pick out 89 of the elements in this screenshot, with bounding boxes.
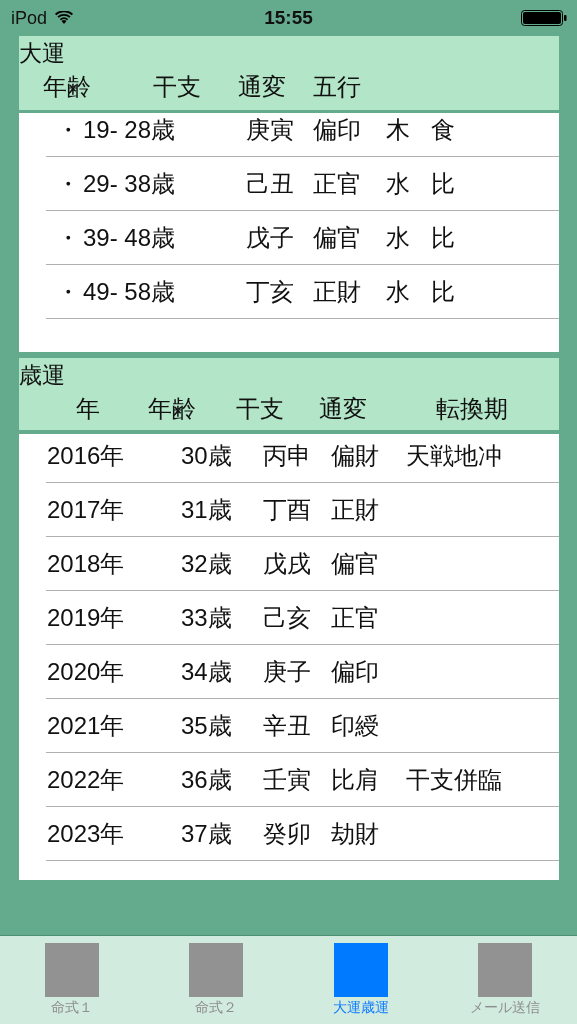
column-header: 年齢 (43, 72, 92, 102)
table-cell-text: 丁酉 (263, 494, 312, 525)
table-cell-text: 36歳 (181, 764, 233, 795)
table-cell-text: 19- 28歳 (83, 114, 177, 145)
list-row[interactable]: 2018年 32歳 戊戌 偏官 (46, 537, 559, 591)
table-cell-text: 天戦地冲 (406, 440, 502, 471)
list-row[interactable]: 2016年 30歳 丙申 偏財 天戦地冲 (46, 434, 559, 483)
list-row[interactable]: 2017年 31歳 丁酉 正財 (46, 483, 559, 537)
table-cell-text: 木 (386, 114, 411, 145)
table-cell-text: 戊戌 (263, 548, 312, 579)
table-cell-text: 戊子 (246, 222, 295, 253)
column-header: 年齢 (148, 394, 197, 424)
list-row[interactable]: ・19- 28歳 庚寅 偏印 木 食 (46, 113, 559, 157)
table-cell-text: 壬寅 (263, 764, 312, 795)
table-cell-text: 29- 38歳 (83, 168, 177, 199)
list-row[interactable]: 2021年 35歳 辛丑 印綬 (46, 699, 559, 753)
table-cell-text: 偏印 (331, 656, 380, 687)
table-cell-text: 2023年 (47, 818, 126, 849)
table-cell-text: 2017年 (47, 494, 126, 525)
table-cell-text: ・ (56, 222, 81, 253)
table-cell-text: ・ (56, 168, 81, 199)
column-header: 五行 (313, 72, 362, 102)
list-row[interactable]: 2019年 33歳 己亥 正官 (46, 591, 559, 645)
section-title: 歳運 (19, 361, 65, 390)
table-cell-text: 正財 (331, 494, 380, 525)
section-title: 大運 (19, 39, 65, 68)
table-cell-text: 49- 58歳 (83, 276, 177, 307)
table-cell-text: 39- 48歳 (83, 222, 177, 253)
table-cell-text: 水 (386, 276, 411, 307)
table-cell-text: 偏財 (331, 440, 380, 471)
column-header: 通変 (238, 72, 287, 102)
table-cell-text: 30歳 (181, 440, 233, 471)
table-cell-text: 偏官 (313, 222, 362, 253)
table-cell-text: ・ (56, 114, 81, 145)
table-cell-text: 比 (431, 276, 455, 307)
table-cell-text: 2020年 (47, 656, 126, 687)
table-cell-text: 33歳 (181, 602, 233, 633)
table-cell-text: 丁亥 (246, 276, 295, 307)
list-row[interactable]: 2022年 36歳 壬寅 比肩 干支併臨 (46, 753, 559, 807)
table-cell-text: 水 (386, 168, 411, 199)
table-cell-text: ・ (56, 276, 81, 307)
list-row[interactable]: 2020年 34歳 庚子 偏印 (46, 645, 559, 699)
table-cell-text: 正官 (313, 168, 362, 199)
list-row[interactable]: ・29- 38歳 己丑 正官 水 比 (46, 157, 559, 211)
square-icon (477, 943, 532, 997)
table-cell-text: 32歳 (181, 548, 233, 579)
table-cell-text: 己亥 (263, 602, 312, 633)
table-cell-text: 比 (431, 168, 455, 199)
table-cell-text: 2016年 (47, 440, 126, 471)
column-header: 通変 (319, 394, 368, 424)
table-cell-text: 比 (431, 222, 455, 253)
table-cell-text: 2019年 (47, 602, 126, 633)
battery-icon (521, 10, 567, 26)
column-header: 干支 (236, 394, 285, 424)
table-cell-text: 丙申 (263, 440, 312, 471)
table-cell-text: 偏印 (313, 114, 362, 145)
list-row[interactable]: 2023年 37歳 癸卯 劫財 (46, 807, 559, 861)
table-cell-text: 正財 (313, 276, 362, 307)
column-header: 年 (76, 394, 101, 424)
table-cell-text: 癸卯 (263, 818, 312, 849)
table-cell-text: 37歳 (181, 818, 233, 849)
square-icon (189, 943, 244, 997)
table-cell-text: 35歳 (181, 710, 233, 741)
column-header: 干支 (153, 72, 202, 102)
table-cell-text: 31歳 (181, 494, 233, 525)
table-cell-text: 食 (431, 114, 455, 145)
table-cell-text: 2018年 (47, 548, 126, 579)
table-cell-text: 正官 (331, 602, 380, 633)
table-cell-text: 34歳 (181, 656, 233, 687)
table-cell-text: 庚子 (263, 656, 312, 687)
clock-time: 15:55 (264, 7, 313, 29)
table-cell-text: 劫財 (331, 818, 380, 849)
carrier-label: iPod (11, 7, 48, 29)
list-row[interactable]: ・39- 48歳 戊子 偏官 水 比 (46, 211, 559, 265)
list-row[interactable]: ・49- 58歳 丁亥 正財 水 比 (46, 265, 559, 319)
table-cell-text: 己丑 (246, 168, 295, 199)
square-icon (333, 943, 388, 997)
column-header: 転換期 (436, 394, 509, 424)
table-cell-text: 2021年 (47, 710, 126, 741)
table-cell-text: 水 (386, 222, 411, 253)
table-cell-text: 偏官 (331, 548, 380, 579)
table-cell-text: 庚寅 (246, 114, 295, 145)
wifi-icon (55, 11, 74, 25)
square-icon (45, 943, 100, 997)
table-cell-text: 印綬 (331, 710, 380, 741)
table-cell-text: 辛丑 (263, 710, 312, 741)
table-cell-text: 比肩 (331, 764, 380, 795)
table-cell-text: 2022年 (47, 764, 126, 795)
table-cell-text: 干支併臨 (406, 764, 502, 795)
